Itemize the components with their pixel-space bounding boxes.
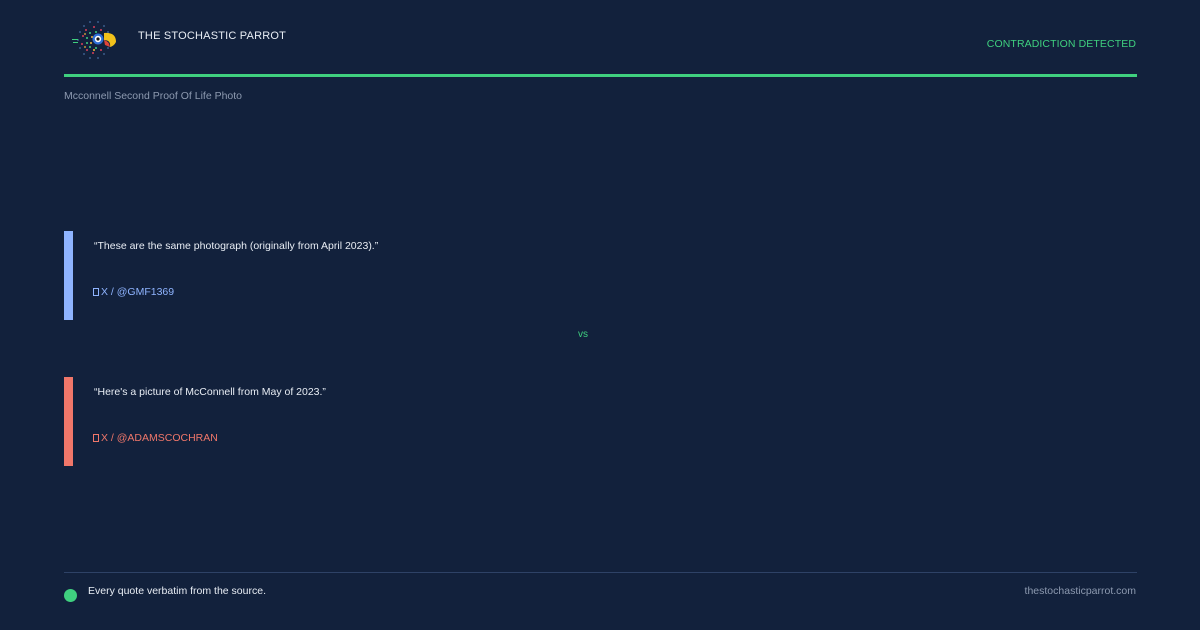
quote-accent-bar (64, 231, 73, 320)
quote-source-label: X / @GMF1369 (101, 286, 175, 298)
quote-source-label: X / @ADAMSCOCHRAN (101, 432, 218, 444)
header-divider (64, 74, 1137, 77)
contradiction-card: THE STOCHASTIC PARROT CONTRADICTION DETE… (0, 0, 1200, 630)
quote-text: “Here's a picture of McConnell from May … (94, 386, 326, 398)
page-title: Mcconnell Second Proof Of Life Photo (64, 90, 243, 102)
footer-note: Every quote verbatim from the source. (88, 585, 266, 597)
versus-label: vs (578, 329, 588, 340)
status-dot-icon (64, 589, 77, 602)
x-platform-icon (93, 434, 99, 442)
footer-divider (64, 572, 1137, 573)
status-label: CONTRADICTION DETECTED (986, 38, 1136, 50)
quote-card-first: “These are the same photograph (original… (64, 231, 1064, 320)
x-platform-icon (93, 288, 99, 296)
quote-card-second: “Here's a picture of McConnell from May … (64, 377, 1064, 466)
parrot-logo-icon (72, 21, 116, 59)
quote-source: X / @ADAMSCOCHRAN (93, 432, 218, 444)
quote-source: X / @GMF1369 (93, 286, 174, 298)
quote-text: “These are the same photograph (original… (94, 240, 379, 252)
footer-site-link[interactable]: thestochasticparrot.com (1025, 585, 1136, 597)
brand-name: THE STOCHASTIC PARROT (138, 30, 287, 42)
quote-accent-bar (64, 377, 73, 466)
